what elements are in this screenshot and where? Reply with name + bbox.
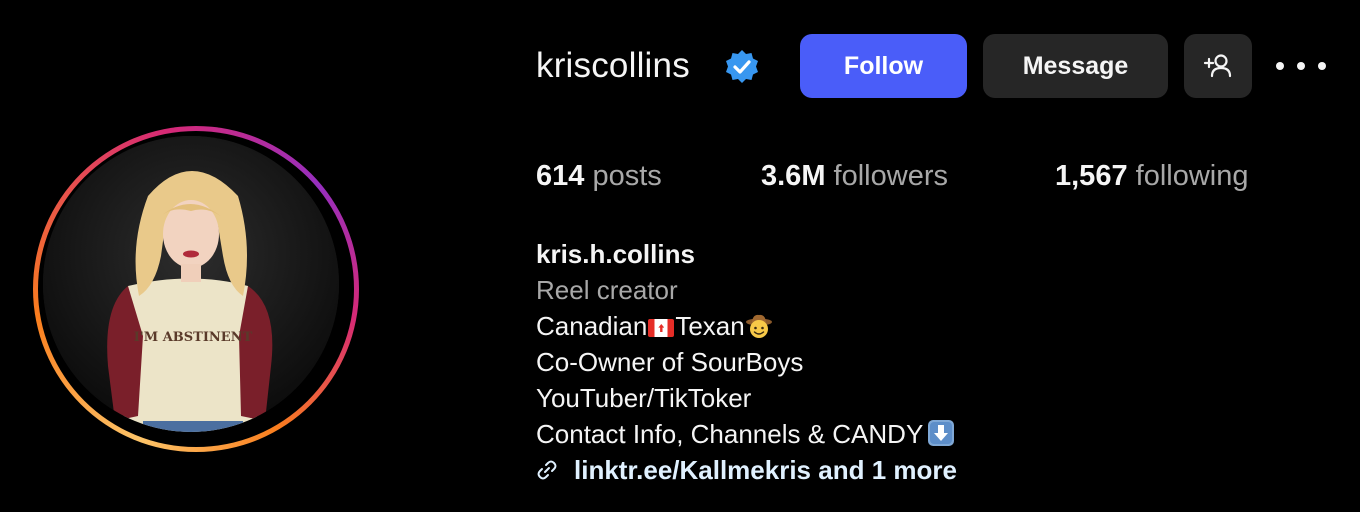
bio-line-2: Co-Owner of SourBoys — [536, 347, 804, 377]
follow-button[interactable]: Follow — [800, 34, 967, 98]
avatar[interactable]: I'M ABSTINENT — [43, 136, 339, 432]
cowboy-emoji-icon — [745, 314, 772, 338]
avatar-image: I'M ABSTINENT — [43, 136, 339, 432]
more-horizontal-icon[interactable] — [1276, 50, 1326, 82]
bio-line-4: Contact Info, Channels & CANDY — [536, 416, 957, 452]
person-plus-icon — [1203, 54, 1232, 78]
canada-flag-icon — [648, 319, 675, 337]
verified-badge-icon — [726, 50, 758, 83]
username: kriscollins — [536, 46, 690, 85]
profile-header: I'M ABSTINENT kriscollins Follow Message… — [0, 0, 1360, 512]
followers-count[interactable]: 3.6M followers — [761, 156, 948, 196]
story-ring[interactable]: I'M ABSTINENT — [33, 126, 359, 452]
posts-count: 614 posts — [536, 160, 662, 192]
down-arrow-emoji-icon — [928, 420, 955, 446]
following-count[interactable]: 1,567 following — [1055, 156, 1248, 196]
bio-line-3: YouTuber/TikToker — [536, 383, 752, 413]
bio-link[interactable]: linktr.ee/Kallmekris and 1 more — [574, 452, 957, 488]
message-button[interactable]: Message — [983, 34, 1168, 98]
bio-category: Reel creator — [536, 275, 678, 305]
bio-name: kris.h.collins — [536, 239, 695, 269]
suggested-accounts-button[interactable] — [1184, 34, 1252, 98]
profile-bio: kris.h.collins Reel creator Canadian Texa… — [536, 236, 957, 488]
bio-link-row[interactable]: linktr.ee/Kallmekris and 1 more — [536, 452, 957, 488]
bio-line-1: Canadian Texan — [536, 308, 957, 344]
svg-text:I'M ABSTINENT: I'M ABSTINENT — [134, 330, 253, 345]
link-icon — [537, 460, 557, 480]
